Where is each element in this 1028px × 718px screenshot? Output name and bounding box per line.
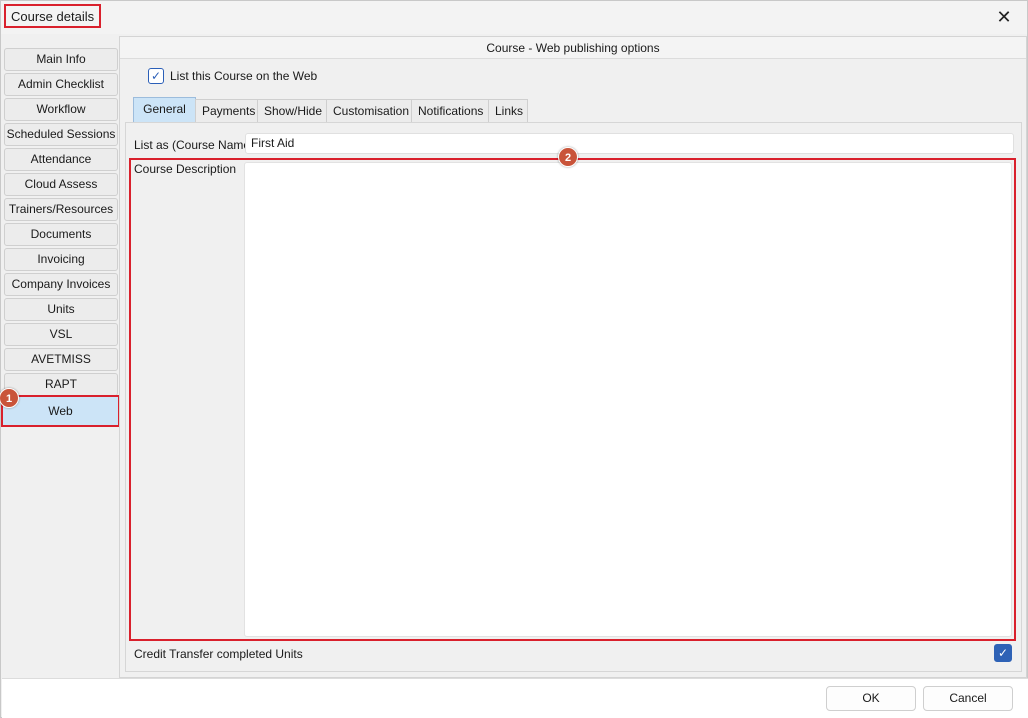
window-title: Course details xyxy=(4,4,102,28)
dialog-footer: OK Cancel xyxy=(2,678,1028,718)
credit-transfer-label: Credit Transfer completed Units xyxy=(134,647,303,661)
panel-title: Course - Web publishing options xyxy=(120,37,1026,59)
tab-general[interactable]: General xyxy=(133,97,196,123)
close-icon[interactable]: ✕ xyxy=(991,7,1017,29)
sidebar-item-avetmiss[interactable]: AVETMISS xyxy=(4,348,118,371)
tab-show-hide[interactable]: Show/Hide xyxy=(257,99,327,123)
sidebar-item-admin-checklist[interactable]: Admin Checklist xyxy=(4,73,118,96)
tab-links[interactable]: Links xyxy=(488,99,528,123)
list-as-input[interactable]: First Aid xyxy=(245,133,1014,154)
web-publishing-panel: Course - Web publishing options ✓ List t… xyxy=(119,36,1027,678)
sidebar-item-workflow[interactable]: Workflow xyxy=(4,98,118,121)
sidebar-item-documents[interactable]: Documents xyxy=(4,223,118,246)
course-description-textarea[interactable] xyxy=(244,162,1012,637)
sidebar-item-vsl[interactable]: VSL xyxy=(4,323,118,346)
general-tab-body: List as (Course Name) First Aid Course D… xyxy=(125,122,1022,672)
tab-payments[interactable]: Payments xyxy=(195,99,258,123)
sidebar-item-rapt[interactable]: RAPT xyxy=(4,373,118,396)
course-description-label: Course Description xyxy=(134,162,237,176)
step-marker-1: 1 xyxy=(0,388,19,408)
sidebar-item-trainers-resources[interactable]: Trainers/Resources xyxy=(4,198,118,221)
step-marker-2: 2 xyxy=(558,147,578,167)
sidebar-item-scheduled-sessions[interactable]: Scheduled Sessions xyxy=(4,123,118,146)
sidebar-item-cloud-assess[interactable]: Cloud Assess xyxy=(4,173,118,196)
sidebar-item-main-info[interactable]: Main Info xyxy=(4,48,118,71)
course-description-highlight: Course Description xyxy=(129,158,1016,641)
ok-button[interactable]: OK xyxy=(826,686,916,711)
course-details-window: Course details ✕ Main Info Admin Checkli… xyxy=(0,0,1028,718)
list-as-label: List as (Course Name) xyxy=(134,138,255,152)
list-on-web-option: ✓ List this Course on the Web xyxy=(148,67,317,85)
sidebar-item-company-invoices[interactable]: Company Invoices xyxy=(4,273,118,296)
sidebar-item-attendance[interactable]: Attendance xyxy=(4,148,118,171)
tab-customisation[interactable]: Customisation xyxy=(326,99,412,123)
sidebar-item-invoicing[interactable]: Invoicing xyxy=(4,248,118,271)
list-on-web-label: List this Course on the Web xyxy=(170,69,318,83)
sidebar-item-units[interactable]: Units xyxy=(4,298,118,321)
cancel-button[interactable]: Cancel xyxy=(923,686,1013,711)
title-bar: Course details ✕ xyxy=(1,1,1027,34)
credit-transfer-checkbox[interactable]: ✓ xyxy=(994,644,1012,662)
list-on-web-checkbox[interactable]: ✓ xyxy=(148,68,164,84)
sidebar-item-web[interactable]: Web xyxy=(1,395,120,427)
tab-notifications[interactable]: Notifications xyxy=(411,99,489,123)
